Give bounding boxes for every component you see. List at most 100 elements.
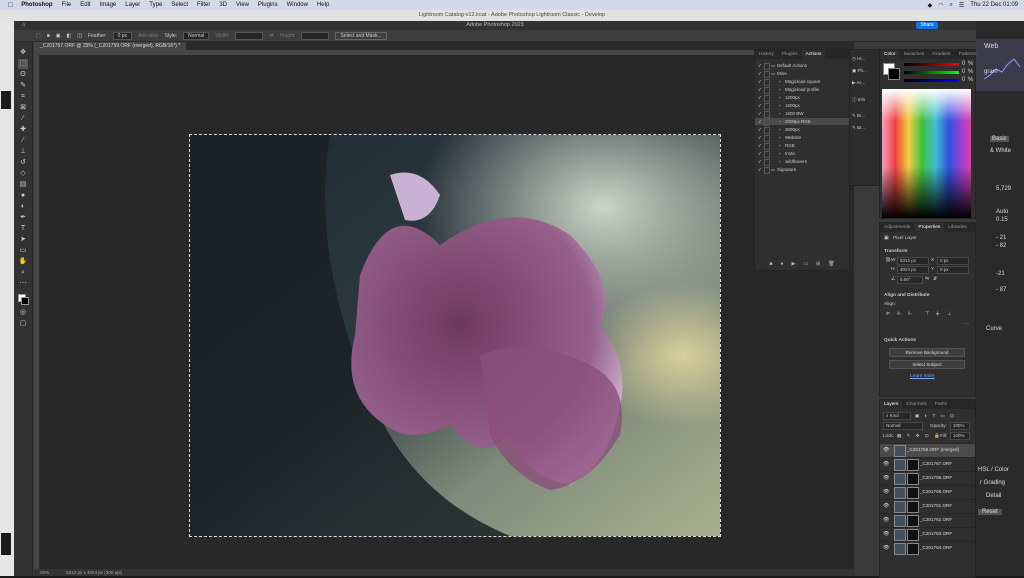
action-row[interactable]: ✓ › 1600 BW: [755, 110, 849, 118]
checkmark-icon[interactable]: ✓: [758, 142, 762, 149]
checkmark-icon[interactable]: ✓: [758, 62, 762, 69]
more-options-icon[interactable]: ⋯: [964, 322, 969, 327]
folder-icon[interactable]: ▭: [771, 166, 775, 173]
fill-field[interactable]: 100%: [950, 432, 970, 440]
flip-vertical-icon[interactable]: ⇵: [933, 277, 937, 282]
checkmark-icon[interactable]: ✓: [758, 166, 762, 173]
action-row[interactable]: ✓ › 1200px: [755, 94, 849, 102]
action-row[interactable]: ✓ › RGB: [755, 142, 849, 150]
align-middle-icon[interactable]: ╪: [936, 312, 939, 317]
chevron-right-icon[interactable]: ›: [779, 126, 781, 133]
lr-hsl-label[interactable]: HSL / Color: [978, 467, 1009, 473]
visibility-eye-icon[interactable]: 👁: [883, 503, 889, 509]
layer-name[interactable]: _C201761.ORF: [920, 503, 952, 508]
pen-icon[interactable]: ✒: [18, 213, 28, 223]
blend-mode-select[interactable]: Normal: [883, 422, 923, 430]
align-center-h-icon[interactable]: ⊪: [897, 312, 901, 317]
tab-channels[interactable]: Channels: [902, 402, 930, 407]
quick-select-icon[interactable]: ✎: [18, 81, 28, 91]
tab-plugins[interactable]: Plugins: [778, 52, 802, 57]
new-set-icon[interactable]: ▭: [803, 261, 808, 267]
menu-file[interactable]: File: [62, 2, 72, 8]
subtract-selection-icon[interactable]: ◧: [67, 33, 72, 39]
layer-row[interactable]: 👁 _C201761.ORF: [880, 499, 975, 513]
home-icon[interactable]: ⌂: [22, 21, 25, 30]
menu-view[interactable]: View: [236, 2, 249, 8]
layer-name[interactable]: _C201762.ORF: [920, 517, 952, 522]
dialog-toggle[interactable]: [764, 143, 770, 150]
action-row[interactable]: ✓ › Website: [755, 134, 849, 142]
action-row[interactable]: ✓ › wildflowers: [755, 158, 849, 166]
layer-name[interactable]: _C201768.ORF: [920, 489, 952, 494]
action-row[interactable]: ✓ ▭ Signature: [755, 166, 849, 174]
tab-adjustments[interactable]: Adjustments: [880, 225, 914, 230]
menu-photoshop[interactable]: Photoshop: [21, 2, 52, 8]
height-input[interactable]: [301, 31, 330, 40]
tab-libraries[interactable]: Libraries: [944, 225, 970, 230]
document-tab[interactable]: _C201767.ORF @ 25% (_C201759.ORF (merged…: [34, 42, 187, 50]
layer-row[interactable]: 👁 _C201764.ORF: [880, 541, 975, 555]
tab-paths[interactable]: Paths: [931, 402, 951, 407]
checkmark-icon[interactable]: ✓: [758, 134, 762, 141]
layer-filter-icons[interactable]: ▣ ◐ T ▭ ⊡: [915, 413, 956, 419]
lasso-icon[interactable]: ʘ: [18, 70, 28, 80]
lr-web-label[interactable]: Web: [984, 43, 998, 50]
tab-color[interactable]: Color: [880, 50, 900, 59]
zoom-level[interactable]: 25%: [40, 570, 49, 575]
flip-horizontal-icon[interactable]: ⇋: [925, 277, 929, 282]
action-row[interactable]: ✓ ▭ Default Actions: [755, 62, 849, 70]
color-swatches-icon[interactable]: [18, 294, 29, 305]
dialog-toggle[interactable]: [764, 95, 770, 102]
layer-row[interactable]: 👁 _C201768.ORF: [880, 485, 975, 499]
lr-grading-label[interactable]: r Grading: [980, 480, 1005, 486]
eyedropper-icon[interactable]: ⁄: [18, 114, 28, 124]
new-selection-icon[interactable]: ■: [47, 33, 50, 39]
opacity-field[interactable]: 100%: [950, 422, 970, 430]
swap-icon[interactable]: ⇄: [269, 33, 273, 39]
screen-mode-icon[interactable]: ▢: [18, 319, 28, 329]
layer-row[interactable]: 👁 _C201759.ORF (merged): [880, 443, 975, 457]
background-swatch[interactable]: [888, 68, 900, 80]
layer-mask-thumbnail[interactable]: [907, 515, 919, 527]
layer-mask-thumbnail[interactable]: [907, 529, 919, 541]
action-row[interactable]: ✓ › Insta: [755, 150, 849, 158]
menu-select[interactable]: Select: [171, 2, 188, 8]
chevron-right-icon[interactable]: ›: [779, 110, 781, 117]
layer-name[interactable]: _C201759.ORF: [920, 475, 952, 480]
menu-edit[interactable]: Edit: [80, 2, 90, 8]
dialog-toggle[interactable]: [764, 127, 770, 134]
checkmark-icon[interactable]: ✓: [758, 118, 762, 125]
dialog-toggle[interactable]: [764, 71, 770, 78]
dialog-toggle[interactable]: [764, 167, 770, 174]
intersect-selection-icon[interactable]: ◫: [77, 33, 82, 39]
align-bottom-icon[interactable]: ⊥: [947, 312, 951, 317]
frame-icon[interactable]: ⊠: [18, 103, 28, 113]
tab-gradient[interactable]: Gradient: [928, 52, 954, 57]
dialog-toggle[interactable]: [764, 79, 770, 86]
share-button[interactable]: Share: [916, 22, 938, 29]
tab-swatches[interactable]: Swatches: [899, 52, 928, 57]
apple-icon[interactable]: : [8, 2, 13, 9]
document-dimensions[interactable]: 5312 px x 4024 px (300 ppi): [66, 570, 122, 575]
dock-actions[interactable]: ▶ Ac...: [852, 78, 878, 88]
visibility-eye-icon[interactable]: 👁: [883, 517, 889, 523]
visibility-eye-icon[interactable]: 👁: [883, 461, 889, 467]
checkmark-icon[interactable]: ✓: [758, 150, 762, 157]
checkmark-icon[interactable]: ✓: [758, 70, 762, 77]
color-picker-field[interactable]: [882, 89, 971, 218]
chevron-right-icon[interactable]: ›: [779, 118, 781, 125]
chevron-right-icon[interactable]: ›: [779, 94, 781, 101]
visibility-eye-icon[interactable]: 👁: [883, 489, 889, 495]
slider-y[interactable]: [904, 79, 959, 82]
action-row[interactable]: ✓ ▭ Mine: [755, 70, 849, 78]
tab-properties[interactable]: Properties: [914, 223, 945, 232]
control-center-icon[interactable]: ☰: [959, 2, 964, 9]
tab-layers[interactable]: Layers: [880, 400, 903, 409]
align-top-icon[interactable]: ⊤: [925, 312, 929, 317]
chevron-right-icon[interactable]: ›: [779, 150, 781, 157]
remove-background-button[interactable]: Remove Background: [889, 348, 965, 357]
menu-type[interactable]: Type: [149, 2, 162, 8]
feather-input[interactable]: 0 px: [112, 31, 133, 40]
chevron-right-icon[interactable]: ›: [779, 86, 781, 93]
checkmark-icon[interactable]: ✓: [758, 126, 762, 133]
